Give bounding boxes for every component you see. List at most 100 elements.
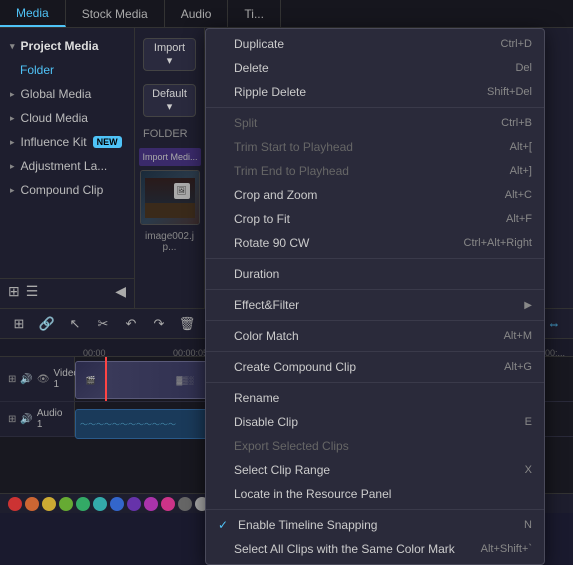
menu-label: Trim Start to Playhead: [234, 140, 353, 154]
color-purple[interactable]: [127, 497, 141, 511]
menu-label: Locate in the Resource Panel: [234, 487, 391, 501]
video-eye-icon[interactable]: 👁: [37, 374, 50, 385]
menu-item-color-match[interactable]: Color Match Alt+M: [206, 324, 544, 348]
menu-label: Trim End to Playhead: [234, 164, 349, 178]
shortcut: E: [525, 416, 532, 428]
sidebar-label: Cloud Media: [21, 111, 88, 125]
color-teal[interactable]: [76, 497, 90, 511]
menu-item-select-range[interactable]: Select Clip Range X: [206, 458, 544, 482]
ruler-mark-end: 00:...: [545, 348, 565, 358]
shortcut: Alt+M: [504, 330, 532, 342]
menu-item-create-compound[interactable]: Create Compound Clip Alt+G: [206, 355, 544, 379]
menu-label: Rotate 90 CW: [234, 236, 309, 250]
menu-item-effect-filter[interactable]: Effect&Filter ▶: [206, 293, 544, 317]
media-filename: image002.jp...: [135, 229, 204, 255]
menu-item-rename[interactable]: Rename: [206, 386, 544, 410]
cursor-button[interactable]: ↖: [64, 313, 86, 335]
menu-label: Enable Timeline Snapping: [238, 518, 377, 532]
color-orange[interactable]: [25, 497, 39, 511]
shortcut: Shift+Del: [487, 86, 532, 98]
tab-stock-media[interactable]: Stock Media: [66, 0, 165, 27]
separator: [206, 382, 544, 383]
app-container: Media Stock Media Audio Ti... ▾ Project …: [0, 0, 573, 513]
menu-item-select-color-mark[interactable]: Select All Clips with the Same Color Mar…: [206, 537, 544, 561]
delete-button[interactable]: 🗑: [176, 313, 198, 335]
color-gray[interactable]: [178, 497, 192, 511]
sidebar-label: Compound Clip: [21, 183, 104, 197]
sidebar-item-adjustment[interactable]: ▸ Adjustment La...: [0, 154, 134, 178]
sidebar-item-global-media[interactable]: ▸ Global Media: [0, 82, 134, 106]
sidebar-label: Adjustment La...: [21, 159, 108, 173]
tab-title[interactable]: Ti...: [228, 0, 281, 27]
shortcut: Del: [515, 62, 532, 74]
color-cyan[interactable]: [93, 497, 107, 511]
menu-item-trim-end: Trim End to Playhead Alt+]: [206, 159, 544, 183]
check-icon: ✓: [218, 518, 232, 532]
menu-label: Crop and Zoom: [234, 188, 317, 202]
audio-mute-icon[interactable]: 🔊: [20, 414, 32, 425]
sidebar-item-project-media[interactable]: ▾ Project Media: [0, 34, 134, 58]
video-track-label: ⊞ 🔊 👁 Video 1: [0, 357, 75, 401]
menu-item-crop-fit[interactable]: Crop to Fit Alt+F: [206, 207, 544, 231]
arrow-icon: ▸: [10, 89, 15, 100]
playhead[interactable]: [105, 357, 107, 401]
sidebar-item-compound-clip[interactable]: ▸ Compound Clip: [0, 178, 134, 202]
ruler-mark-5: 00:00:05: [173, 348, 208, 358]
top-tabs: Media Stock Media Audio Ti...: [0, 0, 573, 28]
arrow-icon: ▾: [10, 41, 15, 52]
arrow-icon: ▸: [10, 185, 15, 196]
color-yellow[interactable]: [42, 497, 56, 511]
import-button[interactable]: Import ▾: [143, 38, 196, 71]
menu-label: Rename: [234, 391, 279, 405]
media-thumbnail[interactable]: 🖼: [140, 170, 200, 225]
zoom-button[interactable]: ⇔: [543, 313, 565, 335]
menu-item-rotate[interactable]: Rotate 90 CW Ctrl+Alt+Right: [206, 231, 544, 255]
menu-item-locate-resource[interactable]: Locate in the Resource Panel: [206, 482, 544, 506]
redo-button[interactable]: ↷: [148, 313, 170, 335]
menu-label: Duplicate: [234, 37, 284, 51]
add-audio-icon[interactable]: ⊞: [8, 414, 16, 425]
video-mute-icon[interactable]: 🔊: [20, 374, 32, 385]
collapse-icon[interactable]: ◀: [115, 283, 126, 300]
color-red[interactable]: [8, 497, 22, 511]
separator: [206, 289, 544, 290]
menu-item-delete[interactable]: Delete Del: [206, 56, 544, 80]
tab-media[interactable]: Media: [0, 0, 66, 27]
add-track-button[interactable]: ⊞: [8, 313, 30, 335]
sidebar-item-influence-kit[interactable]: ▸ Influence Kit NEW: [0, 130, 134, 154]
sidebar-item-cloud-media[interactable]: ▸ Cloud Media: [0, 106, 134, 130]
color-magenta[interactable]: [144, 497, 158, 511]
list-icon[interactable]: ☰: [26, 283, 39, 300]
menu-label: Select All Clips with the Same Color Mar…: [234, 542, 455, 556]
submenu-arrow-icon: ▶: [524, 300, 532, 311]
new-badge: NEW: [93, 136, 122, 148]
shortcut: N: [524, 519, 532, 531]
color-pink[interactable]: [161, 497, 175, 511]
menu-label: Effect&Filter: [234, 298, 299, 312]
cut-button[interactable]: ✂: [92, 313, 114, 335]
color-green[interactable]: [59, 497, 73, 511]
grid-icon[interactable]: ⊞: [8, 283, 20, 300]
menu-item-duration[interactable]: Duration: [206, 262, 544, 286]
separator: [206, 320, 544, 321]
sidebar-item-folder[interactable]: Folder: [0, 58, 134, 82]
separator: [206, 351, 544, 352]
menu-label: Create Compound Clip: [234, 360, 356, 374]
tab-audio[interactable]: Audio: [165, 0, 229, 27]
add-video-icon[interactable]: ⊞: [8, 374, 16, 385]
menu-item-enable-snapping[interactable]: ✓ Enable Timeline Snapping N: [206, 513, 544, 537]
sidebar-label: Project Media: [21, 39, 99, 53]
shortcut: Alt+Shift+`: [481, 543, 532, 555]
context-menu: Duplicate Ctrl+D Delete Del Ripple Delet…: [205, 28, 545, 565]
color-blue[interactable]: [110, 497, 124, 511]
undo-button[interactable]: ↶: [120, 313, 142, 335]
menu-item-duplicate[interactable]: Duplicate Ctrl+D: [206, 32, 544, 56]
link-button[interactable]: 🔗: [36, 313, 58, 335]
arrow-icon: ▸: [10, 161, 15, 172]
menu-label: Crop to Fit: [234, 212, 290, 226]
menu-item-crop-zoom[interactable]: Crop and Zoom Alt+C: [206, 183, 544, 207]
menu-item-disable-clip[interactable]: Disable Clip E: [206, 410, 544, 434]
menu-item-ripple-delete[interactable]: Ripple Delete Shift+Del: [206, 80, 544, 104]
menu-label: Duration: [234, 267, 279, 281]
default-button[interactable]: Default ▾: [143, 84, 196, 117]
